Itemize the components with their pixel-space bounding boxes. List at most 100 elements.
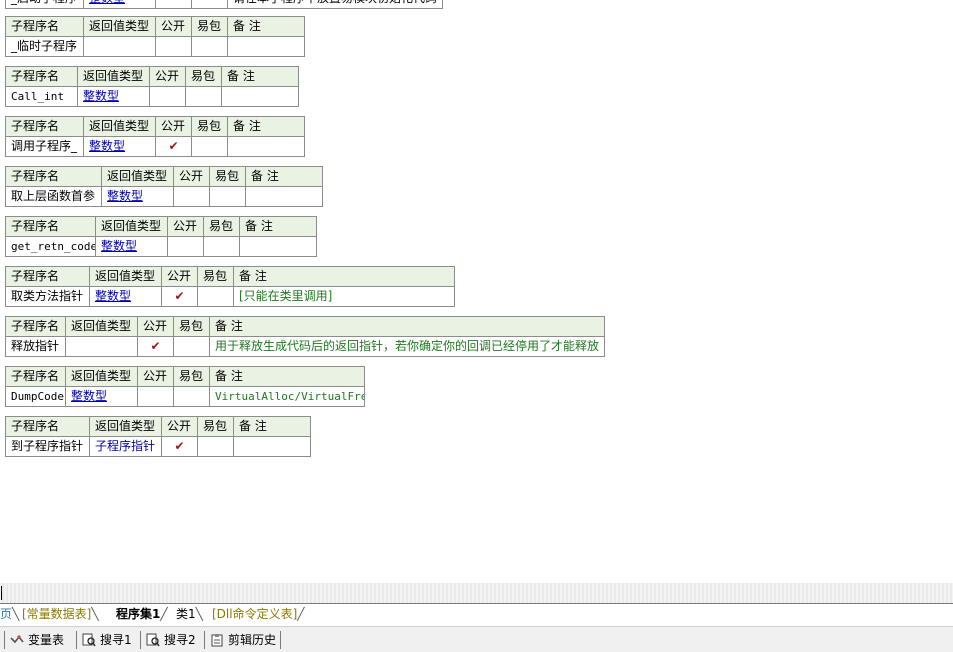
header-easy-pack: 易包 bbox=[173, 316, 210, 337]
proc-row[interactable]: 到子程序指针 子程序指针 ✔ bbox=[5, 436, 311, 457]
proc-public[interactable]: ✔ bbox=[161, 286, 198, 307]
proc-table: 子程序名 返回值类型 公开 易包 备 注 _临时子程序 bbox=[5, 16, 305, 57]
bottom-tab-clip-history[interactable]: 剪辑历史 bbox=[204, 631, 282, 649]
proc-name[interactable]: 调用子程序_ bbox=[5, 136, 84, 157]
header-proc-name: 子程序名 bbox=[5, 266, 90, 287]
bottom-tab-search-1[interactable]: 搜寻1 bbox=[76, 631, 132, 649]
proc-return-type[interactable]: 整数型 bbox=[65, 386, 138, 407]
proc-note[interactable]: 用于释放生成代码后的返回指针，若你确定你的回调已经停用了才能释放 bbox=[209, 336, 605, 357]
proc-easy[interactable] bbox=[173, 386, 210, 407]
proc-name[interactable]: 到子程序指针 bbox=[5, 436, 90, 457]
proc-return-type[interactable]: 整数型 bbox=[95, 236, 168, 257]
search-icon bbox=[146, 633, 160, 647]
tab-class-1[interactable]: 类1╲ bbox=[176, 604, 203, 625]
proc-public[interactable] bbox=[137, 386, 174, 407]
proc-return-type[interactable]: 整数型 bbox=[77, 86, 150, 107]
header-proc-name: 子程序名 bbox=[5, 366, 66, 387]
proc-note[interactable] bbox=[233, 436, 311, 457]
code-editor[interactable]: _启动子程序 整数型 请在本子程序中放置易模块初始化代码 子程序名 返回值类型 … bbox=[0, 0, 953, 583]
tab-separator: ╱ bbox=[160, 607, 168, 621]
proc-easy[interactable] bbox=[185, 86, 222, 107]
tab-dll-commands[interactable]: [Dll命令定义表]╱ bbox=[212, 604, 305, 625]
proc-header-row: 子程序名 返回值类型 公开 易包 备 注 bbox=[5, 416, 311, 437]
tab-program-set-1-label: 程序集1 bbox=[116, 607, 161, 621]
proc-name[interactable]: get_retn_code bbox=[5, 236, 96, 257]
tab-separator: ╲ bbox=[91, 607, 99, 621]
proc-header-row: 子程序名 返回值类型 公开 易包 备 注 bbox=[5, 266, 455, 287]
proc-note[interactable] bbox=[239, 236, 317, 257]
proc-return-type[interactable]: 整数型 bbox=[89, 286, 162, 307]
proc-name[interactable]: 取上层函数首参 bbox=[5, 186, 102, 207]
header-return-type: 返回值类型 bbox=[89, 416, 162, 437]
tab-page-label: 页 bbox=[0, 607, 13, 621]
header-public: 公开 bbox=[167, 216, 204, 237]
proc-easy[interactable] bbox=[197, 286, 234, 307]
header-proc-name: 子程序名 bbox=[5, 216, 96, 237]
proc-easy[interactable] bbox=[173, 336, 210, 357]
proc-public[interactable]: ✔ bbox=[161, 436, 198, 457]
header-easy-pack: 易包 bbox=[173, 366, 210, 387]
proc-easy[interactable] bbox=[191, 36, 228, 57]
header-public: 公开 bbox=[149, 66, 186, 87]
proc-name[interactable]: 取类方法指针 bbox=[5, 286, 90, 307]
proc-note[interactable]: 请在本子程序中放置易模块初始化代码 bbox=[227, 0, 443, 9]
tab-constants[interactable]: [常量数据表]╲ bbox=[22, 604, 99, 625]
proc-row[interactable]: 调用子程序_ 整数型 ✔ bbox=[5, 136, 305, 157]
header-easy-pack: 易包 bbox=[185, 66, 222, 87]
proc-name[interactable]: _临时子程序 bbox=[5, 36, 84, 57]
proc-public[interactable] bbox=[173, 186, 210, 207]
proc-note[interactable] bbox=[227, 36, 305, 57]
proc-row[interactable]: get_retn_code 整数型 bbox=[5, 236, 317, 257]
proc-public[interactable] bbox=[155, 36, 192, 57]
proc-name[interactable]: Call_int bbox=[5, 86, 78, 107]
proc-return-type[interactable] bbox=[65, 336, 138, 357]
proc-name[interactable]: _启动子程序 bbox=[5, 0, 84, 9]
proc-row[interactable]: 取上层函数首参 整数型 bbox=[5, 186, 323, 207]
tab-page[interactable]: 页╲ bbox=[0, 604, 19, 625]
proc-easy[interactable] bbox=[209, 186, 246, 207]
document-tab-bar: 页╲ [常量数据表]╲ 程序集1╱ 类1╲ [Dll命令定义表]╱ bbox=[0, 603, 953, 627]
proc-return-type[interactable]: 整数型 bbox=[83, 0, 156, 9]
proc-header-row: 子程序名 返回值类型 公开 易包 备 注 bbox=[5, 366, 365, 387]
proc-table: 子程序名 返回值类型 公开 易包 备 注 取上层函数首参 整数型 bbox=[5, 166, 323, 207]
proc-return-type[interactable]: 子程序指针 bbox=[89, 436, 162, 457]
header-proc-name: 子程序名 bbox=[5, 316, 66, 337]
proc-row[interactable]: Call_int 整数型 bbox=[5, 86, 299, 107]
proc-return-type[interactable]: 整数型 bbox=[83, 136, 156, 157]
bottom-tab-search-2[interactable]: 搜寻2 bbox=[140, 631, 196, 649]
tab-program-set-1[interactable]: 程序集1╱ bbox=[116, 604, 168, 625]
proc-return-type[interactable] bbox=[83, 36, 156, 57]
proc-note[interactable]: VirtualAlloc/VirtualFree bbox=[209, 386, 365, 407]
bottom-tab-variables[interactable]: 变量表 bbox=[4, 631, 64, 649]
header-return-type: 返回值类型 bbox=[101, 166, 174, 187]
header-note: 备 注 bbox=[233, 266, 455, 287]
proc-note[interactable] bbox=[245, 186, 323, 207]
proc-row[interactable]: _启动子程序 整数型 请在本子程序中放置易模块初始化代码 bbox=[5, 0, 443, 9]
proc-public[interactable] bbox=[149, 86, 186, 107]
proc-public[interactable] bbox=[155, 0, 192, 9]
proc-row[interactable]: _临时子程序 bbox=[5, 36, 305, 57]
proc-row[interactable]: 释放指针 ✔ 用于释放生成代码后的返回指针，若你确定你的回调已经停用了才能释放 bbox=[5, 336, 605, 357]
horizontal-scroll-strip[interactable] bbox=[0, 583, 953, 603]
header-note: 备 注 bbox=[233, 416, 311, 437]
proc-note[interactable]: [只能在类里调用] bbox=[233, 286, 455, 307]
proc-easy[interactable] bbox=[191, 0, 228, 9]
proc-name[interactable]: 释放指针 bbox=[5, 336, 66, 357]
search-icon bbox=[82, 633, 96, 647]
proc-row[interactable]: 取类方法指针 整数型 ✔ [只能在类里调用] bbox=[5, 286, 455, 307]
proc-easy[interactable] bbox=[191, 136, 228, 157]
proc-public[interactable]: ✔ bbox=[137, 336, 174, 357]
proc-name[interactable]: DumpCode bbox=[5, 386, 66, 407]
proc-note[interactable] bbox=[221, 86, 299, 107]
proc-public[interactable]: ✔ bbox=[155, 136, 192, 157]
header-return-type: 返回值类型 bbox=[65, 366, 138, 387]
proc-note[interactable] bbox=[227, 136, 305, 157]
proc-header-row: 子程序名 返回值类型 公开 易包 备 注 bbox=[5, 316, 605, 337]
proc-public[interactable] bbox=[167, 236, 204, 257]
header-return-type: 返回值类型 bbox=[95, 216, 168, 237]
proc-easy[interactable] bbox=[203, 236, 240, 257]
bottom-panel-bar: 变量表 搜寻1 搜寻2 剪辑历史 bbox=[0, 626, 953, 652]
proc-easy[interactable] bbox=[197, 436, 234, 457]
proc-return-type[interactable]: 整数型 bbox=[101, 186, 174, 207]
proc-row[interactable]: DumpCode 整数型 VirtualAlloc/VirtualFree bbox=[5, 386, 365, 407]
